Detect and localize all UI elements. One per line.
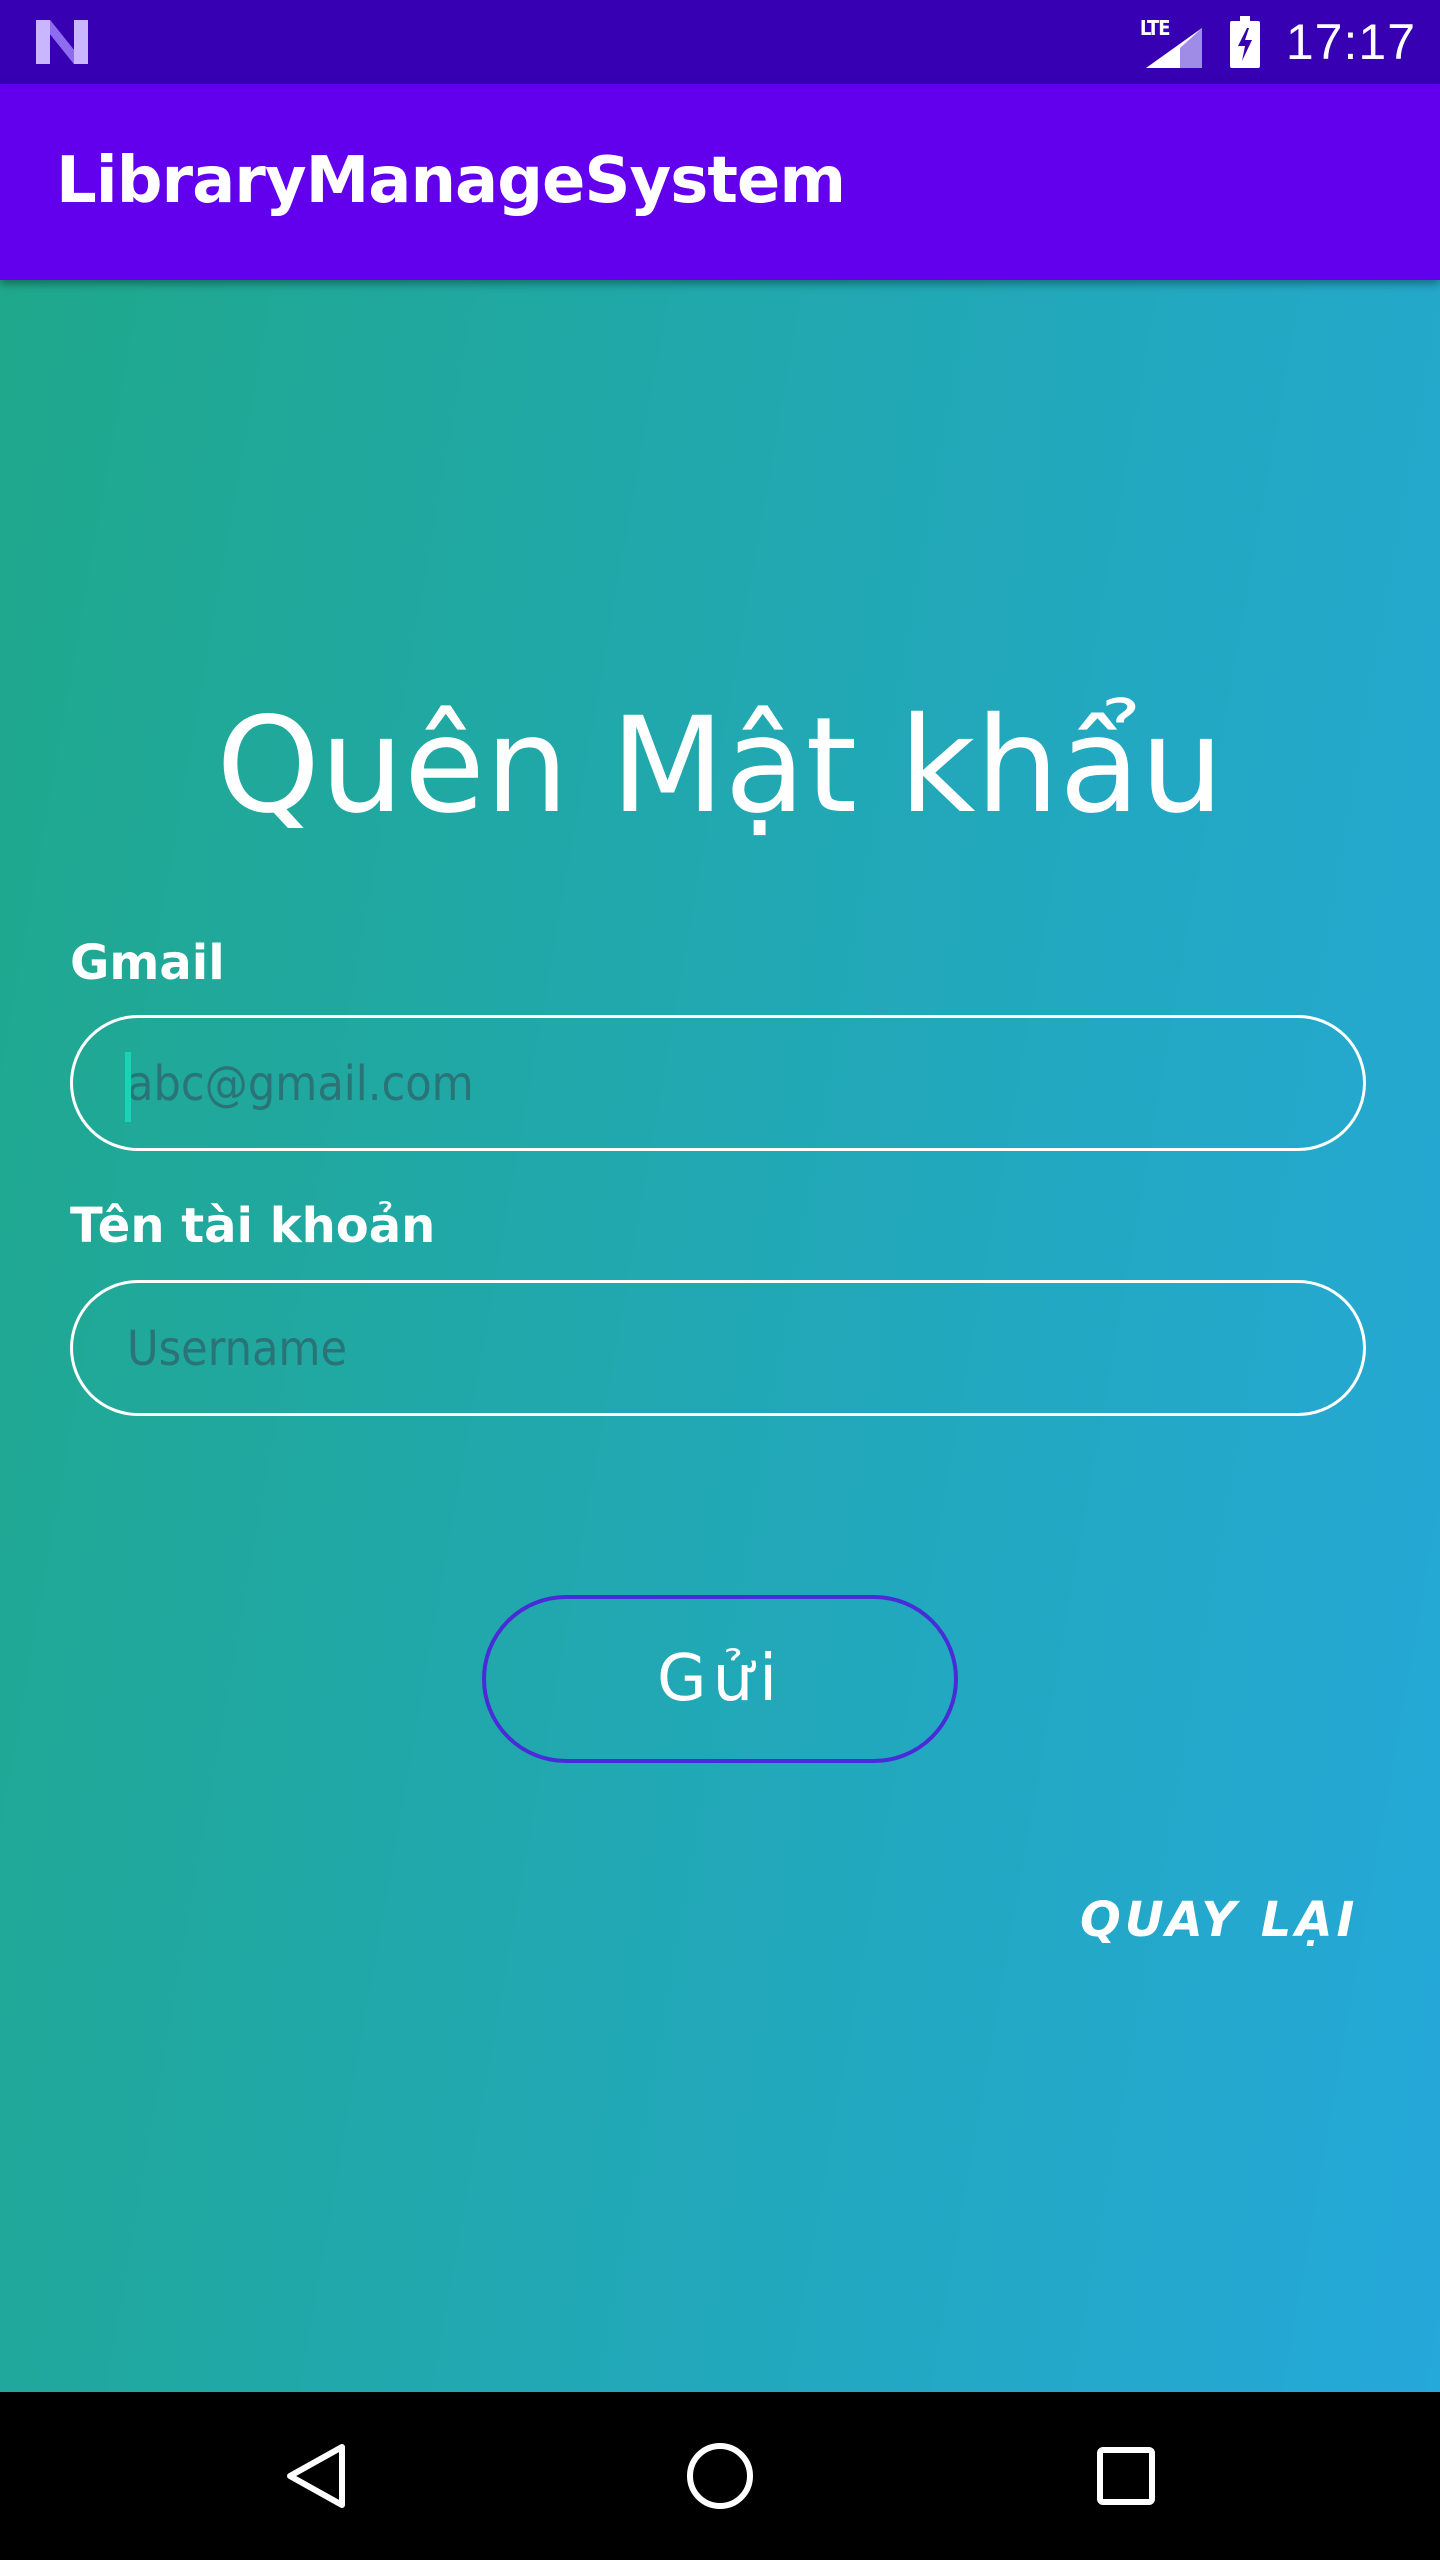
status-bar: LTE 17:17 xyxy=(0,0,1440,84)
signal-icon xyxy=(1145,28,1202,68)
app-bar: LibraryManageSystem xyxy=(0,84,1440,280)
nav-back-button[interactable] xyxy=(266,2426,366,2526)
home-circle-icon xyxy=(687,2443,753,2509)
android-n-logo-icon xyxy=(36,20,88,64)
gmail-field-container[interactable] xyxy=(70,1015,1366,1151)
battery-charging-icon xyxy=(1229,16,1260,68)
send-button[interactable]: Gửi xyxy=(482,1595,958,1763)
nav-recents-button[interactable] xyxy=(1076,2426,1176,2526)
page-title: Quên Mật khẩu xyxy=(216,689,1224,843)
signal-indicator: LTE xyxy=(1140,16,1204,68)
status-clock: 17:17 xyxy=(1285,14,1416,70)
back-triangle-icon xyxy=(287,2444,345,2508)
username-input[interactable] xyxy=(125,1283,1309,1415)
forgot-password-screen: Quên Mật khẩu Gmail Tên tài khoản Gửi QU… xyxy=(0,280,1440,2392)
gmail-label: Gmail xyxy=(70,935,225,991)
back-button[interactable]: QUAY LẠI xyxy=(1080,1892,1358,1948)
username-label: Tên tài khoản xyxy=(70,1198,436,1254)
gmail-input[interactable] xyxy=(125,1018,1309,1150)
text-cursor xyxy=(125,1052,131,1122)
recents-square-icon xyxy=(1097,2447,1155,2505)
username-field-container[interactable] xyxy=(70,1280,1366,1416)
app-title: LibraryManageSystem xyxy=(56,144,846,218)
system-navigation-bar xyxy=(0,2392,1440,2560)
status-icons: LTE 17:17 xyxy=(1140,0,1416,84)
nav-home-button[interactable] xyxy=(670,2426,770,2526)
